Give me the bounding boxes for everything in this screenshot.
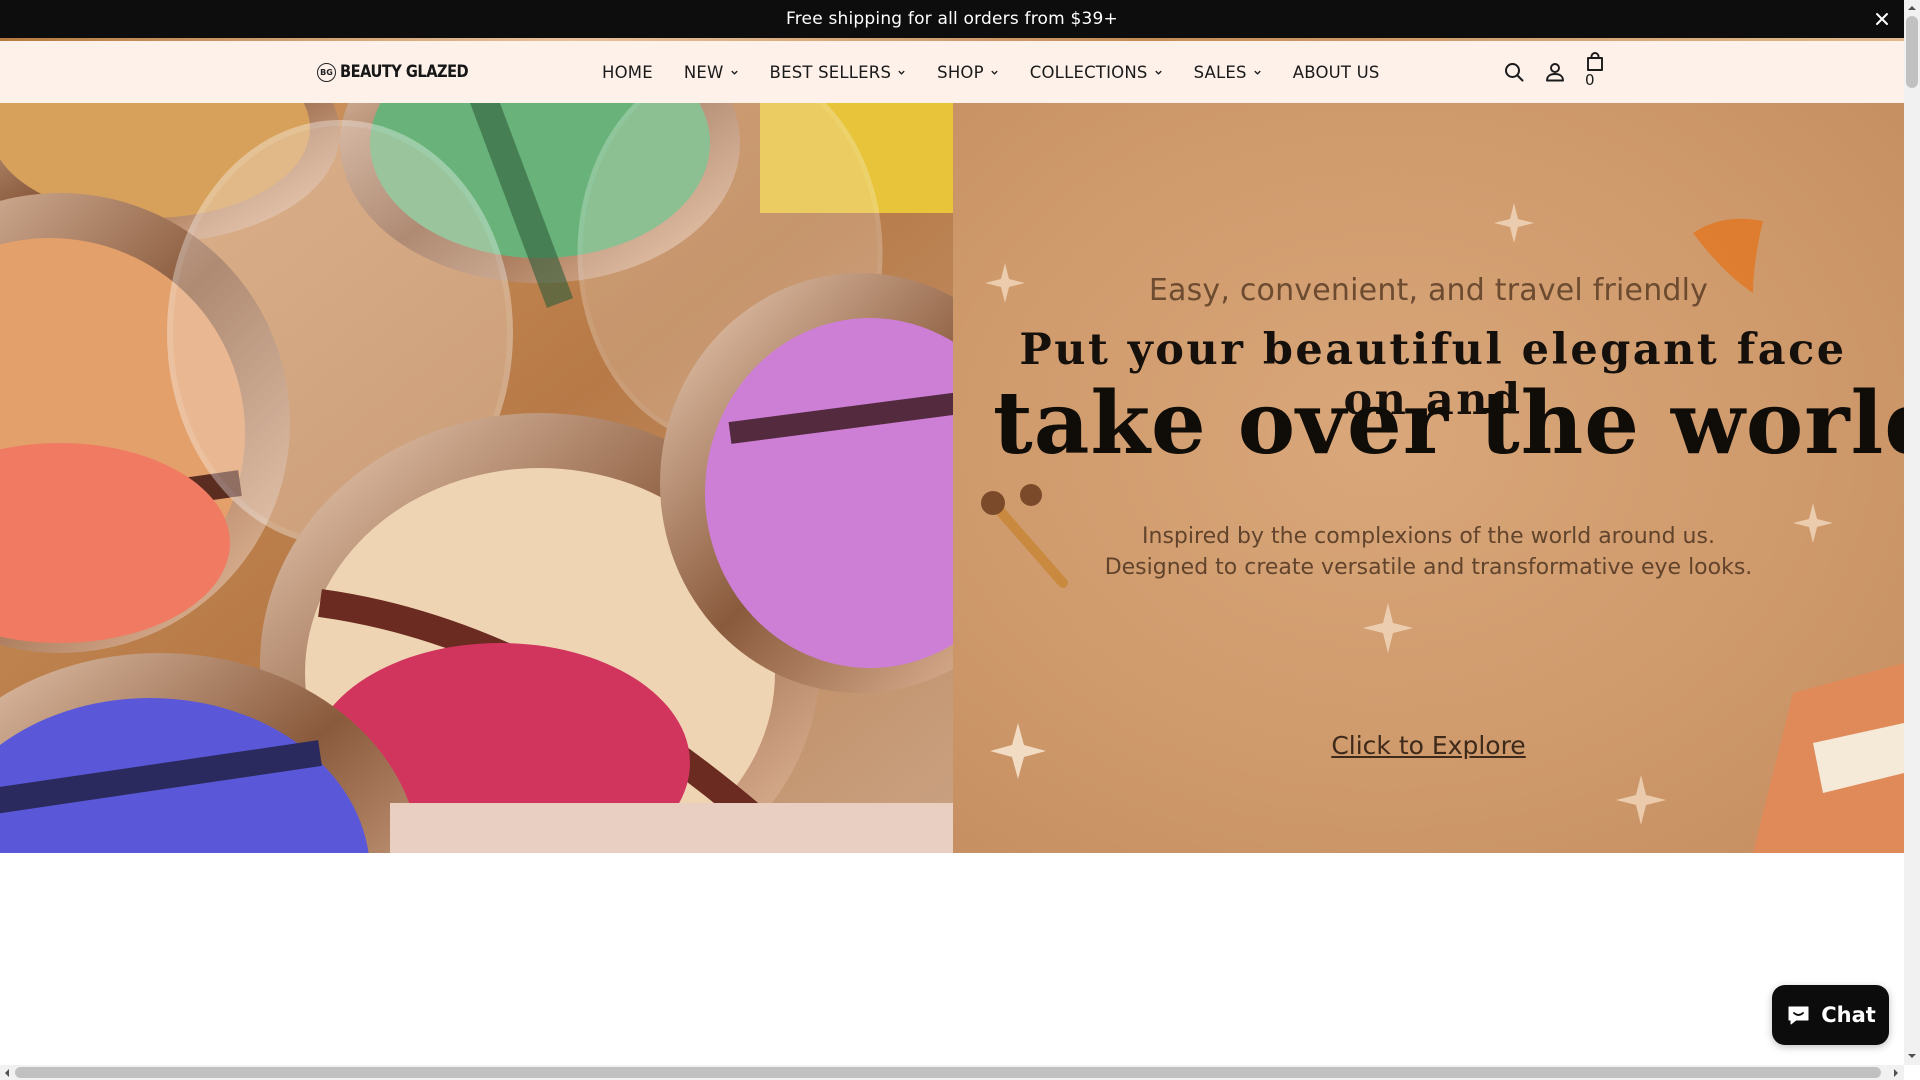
chevron-down-icon (1154, 70, 1162, 75)
nav-item-collections[interactable]: COLLECTIONS (1030, 63, 1163, 82)
search-icon[interactable] (1502, 60, 1526, 84)
scroll-down-arrow-icon[interactable] (1908, 1052, 1916, 1060)
chevron-down-icon (991, 70, 998, 75)
logo-text: BEAUTY GLAZED (340, 62, 469, 82)
logo-mark: BG (317, 62, 336, 82)
nav-item-about-us[interactable]: ABOUT US (1293, 63, 1380, 82)
hero-product-photo (0, 103, 953, 853)
account-icon[interactable] (1543, 60, 1567, 84)
scroll-left-arrow-icon[interactable] (3, 1069, 11, 1077)
hero-headline-line2: take over the world. (993, 373, 1904, 474)
hero-body-line: Designed to create versatile and transfo… (1104, 555, 1753, 580)
hero-subtitle: Easy, convenient, and travel friendly (1148, 273, 1709, 308)
scroll-right-arrow-icon[interactable] (1892, 1069, 1900, 1077)
scroll-up-arrow-icon[interactable] (1908, 4, 1916, 12)
nav-item-label: SHOP (937, 62, 984, 82)
chat-button[interactable]: Chat (1772, 985, 1889, 1045)
nav-item-label: HOME (602, 62, 653, 82)
horizontal-scroll-thumb[interactable] (15, 1067, 1881, 1078)
nav-item-best-sellers[interactable]: BEST SELLERS (770, 63, 907, 82)
hero-banner[interactable]: Easy, convenient, and travel friendly Pu… (0, 103, 1904, 853)
main-nav: HOME NEW BEST SELLERS SHOP COLLECTIONS S… (602, 41, 1411, 103)
nav-item-label: COLLECTIONS (1029, 62, 1148, 82)
cart-icon (1587, 52, 1603, 71)
header-actions: 0 (1502, 41, 1608, 103)
cart-count: 0 (1585, 71, 1595, 89)
site-header: BG BEAUTY GLAZED HOME NEW BEST SELLERS S… (0, 41, 1904, 103)
logo[interactable]: BG BEAUTY GLAZED (317, 59, 489, 85)
nav-item-label: NEW (683, 62, 724, 82)
hero-text-panel: Easy, convenient, and travel friendly Pu… (953, 103, 1904, 853)
chat-label: Chat (1821, 1003, 1876, 1027)
nav-item-label: SALES (1193, 62, 1247, 82)
horizontal-scrollbar[interactable] (0, 1065, 1904, 1080)
nav-item-shop[interactable]: SHOP (937, 63, 999, 82)
close-icon[interactable] (1872, 9, 1892, 29)
announcement-text: Free shipping for all orders from $39+ (785, 9, 1118, 29)
chat-bubble-icon (1788, 1006, 1809, 1024)
hero-cta-link[interactable]: Click to Explore (953, 731, 1904, 760)
nav-item-new[interactable]: NEW (684, 63, 739, 82)
chevron-down-icon (898, 70, 905, 75)
hero-body-line: Inspired by the complexions of the world… (1142, 524, 1715, 549)
nav-item-sales[interactable]: SALES (1194, 63, 1262, 82)
cart-button[interactable]: 0 (1584, 51, 1608, 93)
hero-body-text: Inspired by the complexions of the world… (953, 521, 1904, 583)
vertical-scrollbar[interactable] (1904, 0, 1920, 1065)
nav-item-home[interactable]: HOME (602, 63, 653, 82)
chevron-down-icon (730, 70, 738, 75)
vertical-scroll-thumb[interactable] (1906, 16, 1918, 88)
hero-cta-label[interactable]: Click to Explore (1331, 731, 1525, 760)
announcement-bar: Free shipping for all orders from $39+ (0, 0, 1904, 38)
nav-item-label: ABOUT US (1292, 62, 1380, 82)
nav-item-label: BEST SELLERS (769, 62, 892, 82)
chevron-down-icon (1254, 70, 1261, 75)
